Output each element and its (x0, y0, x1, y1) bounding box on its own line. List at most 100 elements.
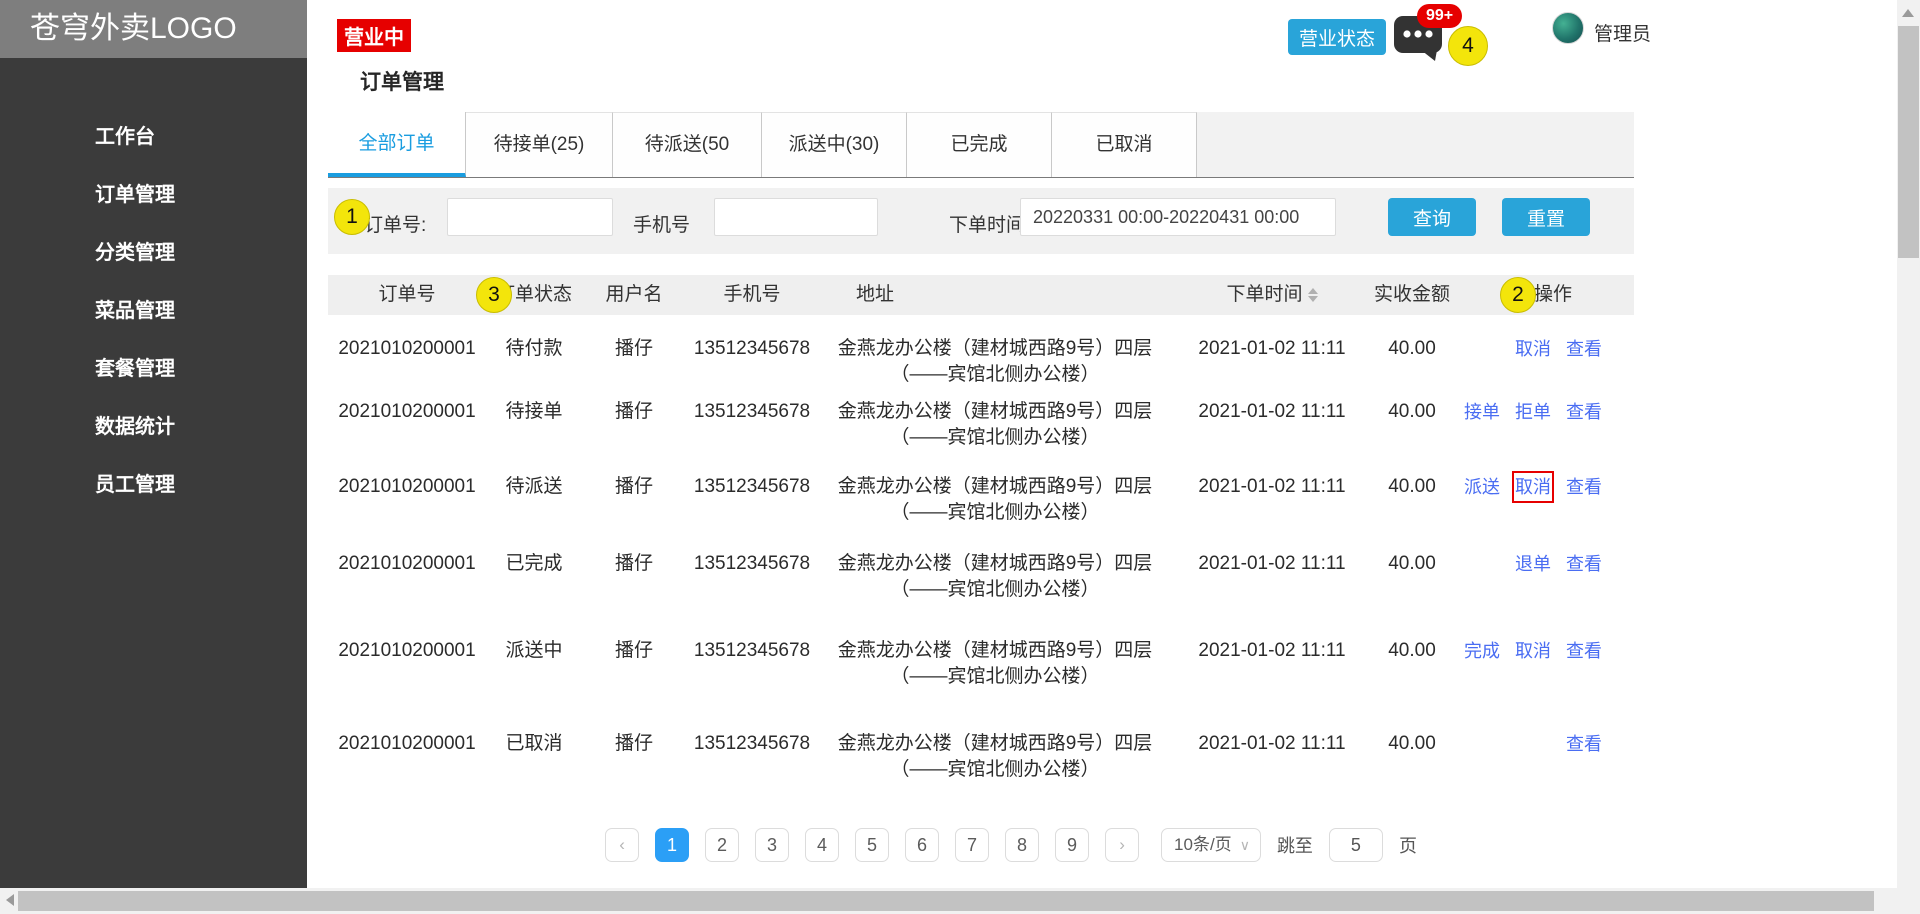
pagination: ‹ 123456789 › 10条/页∨ 跳至 页 (328, 828, 1634, 862)
page-button-5[interactable]: 5 (855, 828, 890, 862)
action-link-查看[interactable]: 查看 (1566, 474, 1602, 500)
next-page-button[interactable]: › (1105, 828, 1140, 862)
sidebar: 苍穹外卖LOGO 工作台 订单管理 分类管理 菜品管理 套餐管理 数据统计 员工管理 (0, 0, 307, 888)
cell-user: 播仔 (614, 553, 653, 574)
table-row-4: 2021010200001 派送中 播仔 13512345678 金燕龙办公楼（建材城西… (328, 638, 1634, 698)
cell-user: 播仔 (614, 476, 653, 497)
page-button-8[interactable]: 8 (1005, 828, 1040, 862)
scroll-up-arrow-icon[interactable] (1902, 9, 1914, 17)
cell-time: 2021-01-02 11:11 (1198, 640, 1346, 661)
cell-amount: 40.00 (1388, 476, 1436, 497)
tab-item-5[interactable]: 已取消 (1052, 112, 1197, 177)
vertical-scrollbar[interactable] (1897, 0, 1920, 888)
jump-label: 跳至 (1276, 836, 1313, 856)
cell-amount: 40.00 (1388, 640, 1436, 661)
order-management-card: 全部订单 待接单(25) 待派送(50 派送中(30) 已完成 已取消 1 订单号: 手机… (328, 112, 1634, 872)
cell-actions: 完成 取消 查看 (1464, 638, 1602, 664)
sidebar-item-4[interactable]: 套餐管理 (0, 340, 307, 398)
tab-item-2[interactable]: 待派送(50 (613, 112, 762, 177)
action-link-完成[interactable]: 完成 (1464, 638, 1500, 664)
address-line1: 金燕龙办公楼（建材城西路9号）四层 (837, 553, 1153, 574)
search-button[interactable]: 查询 (1388, 198, 1476, 236)
action-link-拒单[interactable]: 拒单 (1515, 399, 1551, 425)
sidebar-item-6[interactable]: 员工管理 (0, 456, 307, 514)
address-line2: （——宾馆北侧办公楼） (890, 579, 1100, 600)
action-link-派送[interactable]: 派送 (1464, 474, 1500, 500)
sidebar-item-5[interactable]: 数据统计 (0, 398, 307, 456)
page-button-9[interactable]: 9 (1055, 828, 1090, 862)
action-link-查看[interactable]: 查看 (1566, 731, 1602, 757)
page-button-7[interactable]: 7 (955, 828, 990, 862)
cell-amount: 40.00 (1388, 553, 1436, 574)
avatar[interactable] (1552, 12, 1584, 44)
jump-page-input[interactable] (1328, 828, 1383, 862)
tab-item-0[interactable]: 全部订单 (328, 112, 466, 177)
cell-status: 派送中 (505, 640, 563, 661)
page-button-6[interactable]: 6 (905, 828, 940, 862)
horizontal-scrollbar-thumb[interactable] (18, 891, 1874, 911)
cell-amount: 40.00 (1388, 733, 1436, 754)
page-button-2[interactable]: 2 (705, 828, 740, 862)
phone-input[interactable] (714, 198, 878, 236)
open-status-badge: 营业中 (337, 19, 411, 52)
page-size-select[interactable]: 10条/页 ∨ (1161, 828, 1261, 862)
action-link-接单[interactable]: 接单 (1464, 399, 1500, 425)
page-button-1[interactable]: 1 (655, 828, 690, 862)
cell-actions: 退单 查看 (1468, 551, 1602, 577)
table-row-0: 2021010200001 待付款 播仔 13512345678 金燕龙办公楼（建材城西… (328, 336, 1634, 396)
scroll-left-arrow-icon[interactable] (6, 894, 14, 906)
page-unit-label: 页 (1398, 836, 1417, 856)
action-link-退单[interactable]: 退单 (1515, 551, 1551, 577)
sidebar-item-2[interactable]: 分类管理 (0, 224, 307, 282)
vertical-scrollbar-thumb[interactable] (1898, 26, 1919, 258)
prev-page-button[interactable]: ‹ (605, 828, 640, 862)
business-status-button[interactable]: 营业状态 (1288, 19, 1386, 55)
action-link-查看[interactable]: 查看 (1566, 638, 1602, 664)
address-line1: 金燕龙办公楼（建材城西路9号）四层 (837, 640, 1153, 661)
action-link-查看[interactable]: 查看 (1566, 336, 1602, 362)
cell-actions: 取消 查看 (1468, 336, 1602, 362)
sort-icon[interactable] (1307, 287, 1318, 302)
action-link-查看[interactable]: 查看 (1566, 551, 1602, 577)
action-link-取消[interactable]: 取消 (1515, 638, 1551, 664)
horizontal-scrollbar[interactable] (0, 888, 1920, 914)
sidebar-item-0[interactable]: 工作台 (0, 108, 307, 166)
order-no-input[interactable] (447, 198, 613, 236)
action-link-查看[interactable]: 查看 (1566, 399, 1602, 425)
cell-address: 金燕龙办公楼（建材城西路9号）四层 （——宾馆北侧办公楼） (830, 336, 1160, 388)
action-link-取消[interactable]: 取消 (1512, 471, 1554, 503)
order-time-label: 下单时间 (949, 215, 1026, 236)
cell-address: 金燕龙办公楼（建材城西路9号）四层 （——宾馆北侧办公楼） (830, 551, 1160, 603)
order-no-label: 订单号: (364, 215, 427, 236)
cell-time: 2021-01-02 11:11 (1198, 338, 1346, 359)
annotation-circle-3: 3 (476, 277, 512, 313)
tab-item-1[interactable]: 待接单(25) (466, 112, 613, 177)
page-title: 订单管理 (360, 71, 444, 94)
phone-label: 手机号 (633, 215, 691, 236)
sidebar-item-1[interactable]: 订单管理 (0, 166, 307, 224)
sidebar-item-3[interactable]: 菜品管理 (0, 282, 307, 340)
cell-time: 2021-01-02 11:11 (1198, 733, 1346, 754)
cell-status: 已完成 (505, 553, 563, 574)
cell-status: 已取消 (505, 733, 563, 754)
cell-user: 播仔 (614, 338, 653, 359)
table-row-2: 2021010200001 待派送 播仔 13512345678 金燕龙办公楼（建材城西… (328, 471, 1634, 534)
page-button-4[interactable]: 4 (805, 828, 840, 862)
tab-item-3[interactable]: 派送中(30) (762, 112, 907, 177)
chevron-down-icon: ∨ (1239, 837, 1250, 853)
action-link-取消[interactable]: 取消 (1515, 336, 1551, 362)
address-line2: （——宾馆北侧办公楼） (890, 502, 1100, 523)
reset-button[interactable]: 重置 (1502, 198, 1590, 236)
tab-item-4[interactable]: 已完成 (907, 112, 1052, 177)
cell-order-no: 2021010200001 (338, 640, 476, 661)
order-time-range-input[interactable] (1020, 198, 1336, 236)
cell-time: 2021-01-02 11:11 (1198, 553, 1346, 574)
cell-address: 金燕龙办公楼（建材城西路9号）四层 （——宾馆北侧办公楼） (830, 731, 1160, 783)
page-button-3[interactable]: 3 (755, 828, 790, 862)
col-header-time[interactable]: 下单时间 (1188, 275, 1356, 315)
address-line2: （——宾馆北侧办公楼） (890, 364, 1100, 385)
order-tabs: 全部订单 待接单(25) 待派送(50 派送中(30) 已完成 已取消 (328, 112, 1634, 178)
cell-order-no: 2021010200001 (338, 401, 476, 422)
cell-time: 2021-01-02 11:11 (1198, 476, 1346, 497)
table-header-row: 订单号 订单状态 用户名 手机号 地址 下单时间 实收金额 操作 3 2 (328, 275, 1634, 315)
